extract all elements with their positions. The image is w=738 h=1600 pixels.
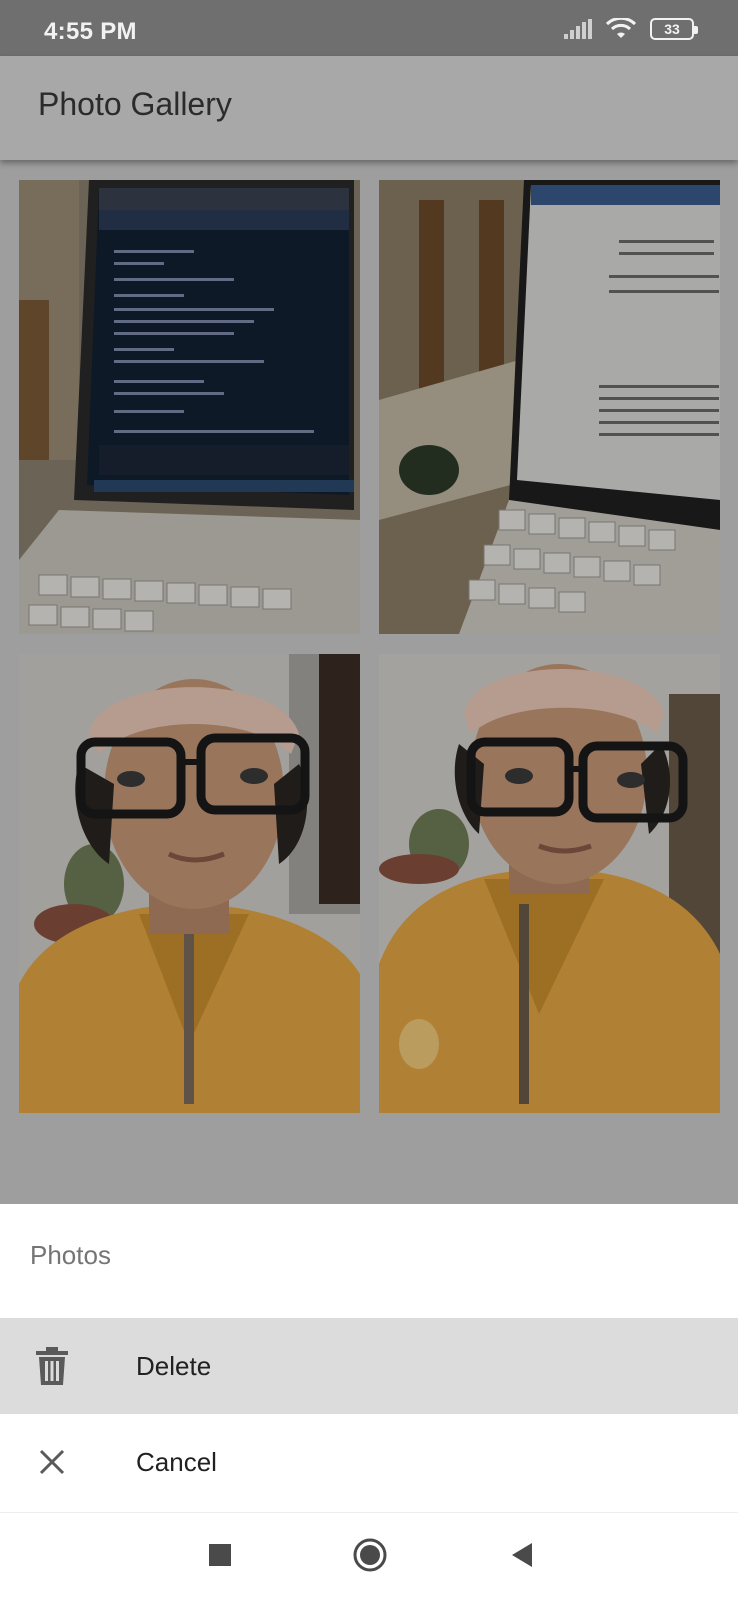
selfie-image [379, 654, 720, 1113]
sheet-title: Photos [30, 1240, 111, 1270]
delete-label: Delete [136, 1350, 212, 1381]
home-button[interactable] [348, 1535, 392, 1575]
wifi-icon [606, 18, 636, 38]
battery-icon: 33 [650, 18, 698, 40]
cancel-label: Cancel [136, 1446, 217, 1477]
photo-grid [0, 160, 738, 1204]
cancel-option[interactable]: Cancel [0, 1414, 738, 1510]
selfie-image [19, 654, 360, 1113]
status-time: 4:55 PM [44, 18, 137, 45]
laptop-code-image [19, 180, 360, 634]
close-icon [34, 1442, 70, 1482]
photo-thumbnail-selfie-1[interactable] [19, 654, 360, 1113]
status-icons: 33 [564, 16, 698, 42]
back-button[interactable] [502, 1535, 542, 1575]
page-title: Photo Gallery [38, 86, 232, 122]
trash-icon [34, 1346, 70, 1386]
home-icon [353, 1538, 387, 1572]
navigation-bar [0, 1512, 738, 1600]
status-bar: 4:55 PM 33 [0, 0, 738, 56]
recent-apps-button[interactable] [200, 1535, 240, 1575]
photo-thumbnail-laptop-code[interactable] [19, 180, 360, 634]
delete-option[interactable]: Delete [0, 1318, 738, 1414]
laptop-document-image [379, 180, 720, 634]
back-icon [512, 1543, 532, 1567]
recent-apps-icon [209, 1544, 231, 1566]
photos-action-sheet: Photos Delete Cancel [0, 1204, 738, 1512]
signal-icon [564, 19, 592, 39]
photo-thumbnail-laptop-document[interactable] [379, 180, 720, 634]
battery-level: 33 [664, 21, 680, 37]
photo-thumbnail-selfie-2[interactable] [379, 654, 720, 1113]
app-bar: Photo Gallery [0, 56, 738, 160]
